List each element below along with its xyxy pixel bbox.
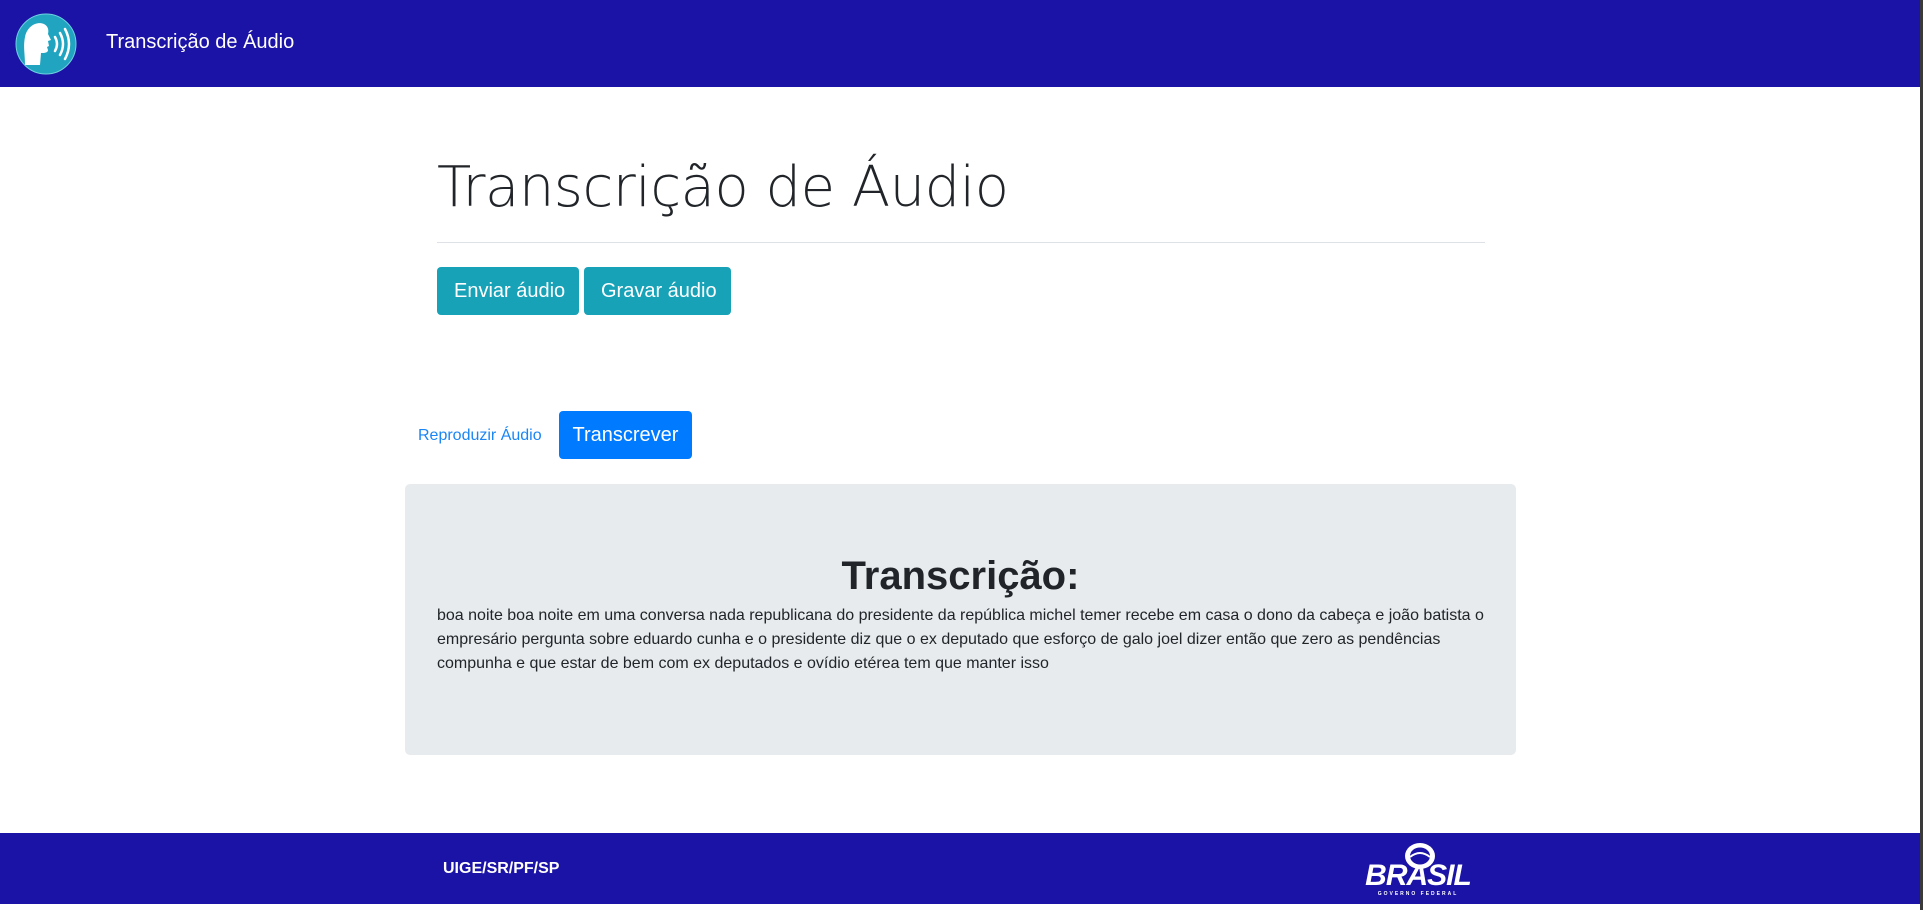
- speaking-head-sound-icon[interactable]: [15, 13, 77, 75]
- svg-text:GOVERNO FEDERAL: GOVERNO FEDERAL: [1378, 891, 1459, 897]
- send-audio-button[interactable]: Enviar áudio: [437, 267, 579, 315]
- transcribe-button[interactable]: Transcrever: [559, 411, 692, 459]
- page-title: Transcrição de Áudio: [437, 155, 1009, 220]
- top-navbar: Transcrição de Áudio: [0, 0, 1923, 87]
- transcription-panel: Transcrição: boa noite boa noite em uma …: [405, 484, 1516, 755]
- play-audio-link[interactable]: Reproduzir Áudio: [418, 426, 542, 446]
- svg-text:BRASIL: BRASIL: [1365, 859, 1471, 892]
- navbar-brand-title[interactable]: Transcrição de Áudio: [106, 30, 294, 54]
- transcription-text: boa noite boa noite em uma conversa nada…: [437, 607, 1484, 672]
- footer: UIGE/SR/PF/SP BRASIL GOVERNO FEDERAL: [0, 833, 1923, 904]
- transcription-heading: Transcrição:: [841, 554, 1080, 598]
- footer-org-label: UIGE/SR/PF/SP: [443, 860, 560, 877]
- record-audio-button[interactable]: Gravar áudio: [584, 267, 731, 315]
- title-divider: [437, 242, 1485, 243]
- brasil-government-logo: BRASIL GOVERNO FEDERAL: [1352, 839, 1482, 901]
